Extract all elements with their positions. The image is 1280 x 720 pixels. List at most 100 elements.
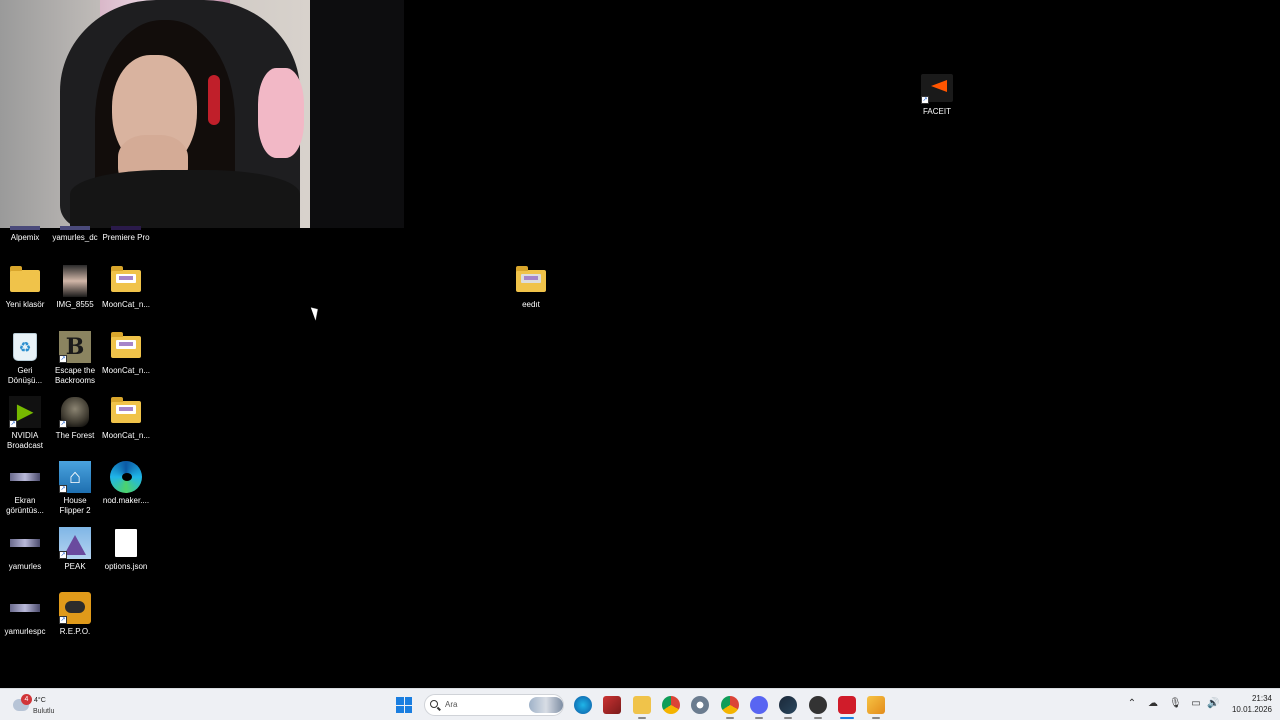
icon-label: MoonCat_n... — [101, 366, 151, 375]
taskbar: 4 4°C Bulutlu Ara ⌃ ☁ 🎙 ▭ 🔊 21:34 10.01.… — [0, 688, 1280, 720]
desktop-icon-house-flipper-2[interactable]: ⌂ ↗ House Flipper 2 — [48, 461, 102, 516]
folder-icon — [516, 266, 546, 292]
webcam-overlay — [0, 0, 404, 228]
network-icon[interactable]: ▭ — [1190, 698, 1202, 710]
windows-logo-pane — [404, 705, 412, 713]
desktop-icon-geri-donusum[interactable]: ♻ Geri Dönüşü... — [0, 331, 52, 386]
desktop-icon-yamurlespc[interactable]: yamurlespc — [0, 592, 52, 637]
screenshot-icon — [10, 539, 40, 547]
shortcut-arrow-icon: ↗ — [59, 616, 67, 624]
icon-label: FACEIT — [922, 107, 951, 116]
desktop-icon-repo[interactable]: ↗ R.E.P.O. — [48, 592, 102, 637]
icon-label: Ekran görüntüs... — [6, 496, 44, 515]
volume-icon[interactable]: 🔊 — [1207, 698, 1219, 710]
mouse-cursor-icon — [310, 305, 322, 321]
desktop-icon-nvidia-broadcast[interactable]: ▶ ↗ NVIDIA Broadcast — [0, 396, 52, 451]
weather-temperature: 4°C — [34, 697, 46, 704]
desktop-icon-the-forest[interactable]: ↗ The Forest — [48, 396, 102, 441]
desktop-icon-mooncat-2[interactable]: MoonCat_n... — [99, 331, 153, 376]
clock-date: 10.01.2026 — [1231, 705, 1272, 714]
search-icon — [430, 700, 438, 708]
shortcut-arrow-icon: ↗ — [59, 485, 67, 493]
weather-widget[interactable]: 4 4°C Bulutlu — [10, 692, 80, 718]
desktop-icon-faceit[interactable]: ↗ FACEIT — [910, 72, 964, 117]
edge-icon — [110, 461, 142, 493]
desktop-icon-peak[interactable]: ↗ PEAK — [48, 527, 102, 572]
document-icon — [115, 529, 137, 557]
desktop-icon-escape-backrooms[interactable]: B ↗ Escape the Backrooms — [48, 331, 102, 386]
icon-label: MoonCat_n... — [101, 431, 151, 440]
microphone-icon[interactable]: 🎙 — [1169, 698, 1182, 710]
desktop-icon-yamurles-dc[interactable]: yamurles_dc — [48, 226, 102, 243]
webcam-plush-toy — [258, 68, 304, 158]
webcam-dark-area — [310, 0, 404, 228]
cloud-sync-icon[interactable]: ☁ — [1147, 698, 1159, 710]
game-taskbar-icon[interactable] — [603, 696, 621, 714]
icon-label: Premiere Pro — [102, 233, 150, 242]
webcam-person-body — [70, 170, 300, 228]
webcam-headset — [208, 75, 220, 125]
icon-label: R.E.P.O. — [59, 627, 91, 636]
desktop-icon-eedit[interactable]: eedıt — [504, 265, 558, 310]
taskbar-search[interactable]: Ara — [424, 694, 564, 716]
desktop-icon-yeni-klasor[interactable]: Yeni klasör — [0, 265, 52, 310]
steam-taskbar-icon[interactable] — [779, 696, 797, 719]
windows-logo-pane — [404, 697, 412, 705]
desktop-icon-img-8555[interactable]: IMG_8555 — [48, 265, 102, 310]
shortcut-arrow-icon: ↗ — [59, 355, 67, 363]
search-placeholder: Ara — [445, 700, 458, 709]
screenshot-icon — [10, 604, 40, 612]
icon-label: Escape the Backrooms — [54, 366, 96, 385]
icon-label: Geri Dönüşü... — [7, 366, 43, 385]
windows-logo-pane — [396, 705, 404, 713]
desktop-icon-mooncat-3[interactable]: MoonCat_n... — [99, 396, 153, 441]
clock-time: 21:34 — [1251, 694, 1272, 703]
taskbar-clock[interactable]: 21:34 10.01.2026 — [1222, 693, 1272, 715]
app-taskbar-icon[interactable] — [809, 696, 827, 719]
icon-label: The Forest — [55, 431, 95, 440]
folder-icon — [10, 266, 40, 292]
search-highlight-image — [529, 697, 563, 713]
folder-icon — [111, 332, 141, 358]
desktop-icon-premiere-pro[interactable]: Premiere Pro — [99, 226, 153, 243]
photo-icon — [63, 265, 87, 297]
shortcut-icon — [60, 226, 90, 230]
shortcut-arrow-icon: ↗ — [9, 420, 17, 428]
icon-label: NVIDIA Broadcast — [6, 431, 44, 450]
icon-label: nod.maker.... — [102, 496, 150, 505]
chevron-up-icon[interactable]: ⌃ — [1126, 698, 1138, 710]
desktop-icon-nod-maker[interactable]: nod.maker.... — [99, 461, 153, 506]
shortcut-arrow-icon: ↗ — [59, 551, 67, 559]
weather-condition: Bulutlu — [33, 708, 55, 715]
icon-label: Alpemix — [10, 233, 40, 242]
edge-taskbar-icon[interactable] — [574, 696, 592, 714]
desktop-icon-yamurles[interactable]: yamurles — [0, 527, 52, 572]
notification-badge: 4 — [21, 694, 32, 705]
icon-label: yamurles — [8, 562, 42, 571]
icon-label: Yeni klasör — [5, 300, 45, 309]
icon-label: MoonCat_n... — [101, 300, 151, 309]
desktop-icon-ekran-goruntusu[interactable]: Ekran görüntüs... — [0, 461, 52, 516]
desktop-icon-options-json[interactable]: options.json — [99, 527, 153, 572]
recycle-bin-icon: ♻ — [13, 333, 37, 361]
windows-logo-pane — [396, 697, 404, 705]
faceit-anticheat-taskbar-icon[interactable] — [838, 696, 856, 719]
icon-label: options.json — [104, 562, 148, 571]
start-button[interactable] — [396, 697, 412, 713]
discord-taskbar-icon[interactable] — [750, 696, 768, 719]
icon-label: IMG_8555 — [56, 300, 94, 309]
icon-label: PEAK — [64, 562, 86, 571]
file-explorer-taskbar-icon[interactable] — [633, 696, 651, 719]
icon-label: yamurles_dc — [52, 233, 98, 242]
folder-icon — [111, 266, 141, 292]
settings-taskbar-icon[interactable] — [691, 696, 709, 714]
icon-label: yamurlespc — [4, 627, 46, 636]
media-player-taskbar-icon[interactable] — [867, 696, 885, 719]
desktop-icon-mooncat-1[interactable]: MoonCat_n... — [99, 265, 153, 310]
icon-label: eedıt — [522, 300, 540, 309]
folder-icon — [111, 397, 141, 423]
chrome-alt-taskbar-icon[interactable] — [721, 696, 739, 719]
desktop-icon-alpemix[interactable]: Alpemix — [0, 226, 52, 243]
chrome-taskbar-icon[interactable] — [662, 696, 680, 714]
screenshot-icon — [10, 473, 40, 481]
